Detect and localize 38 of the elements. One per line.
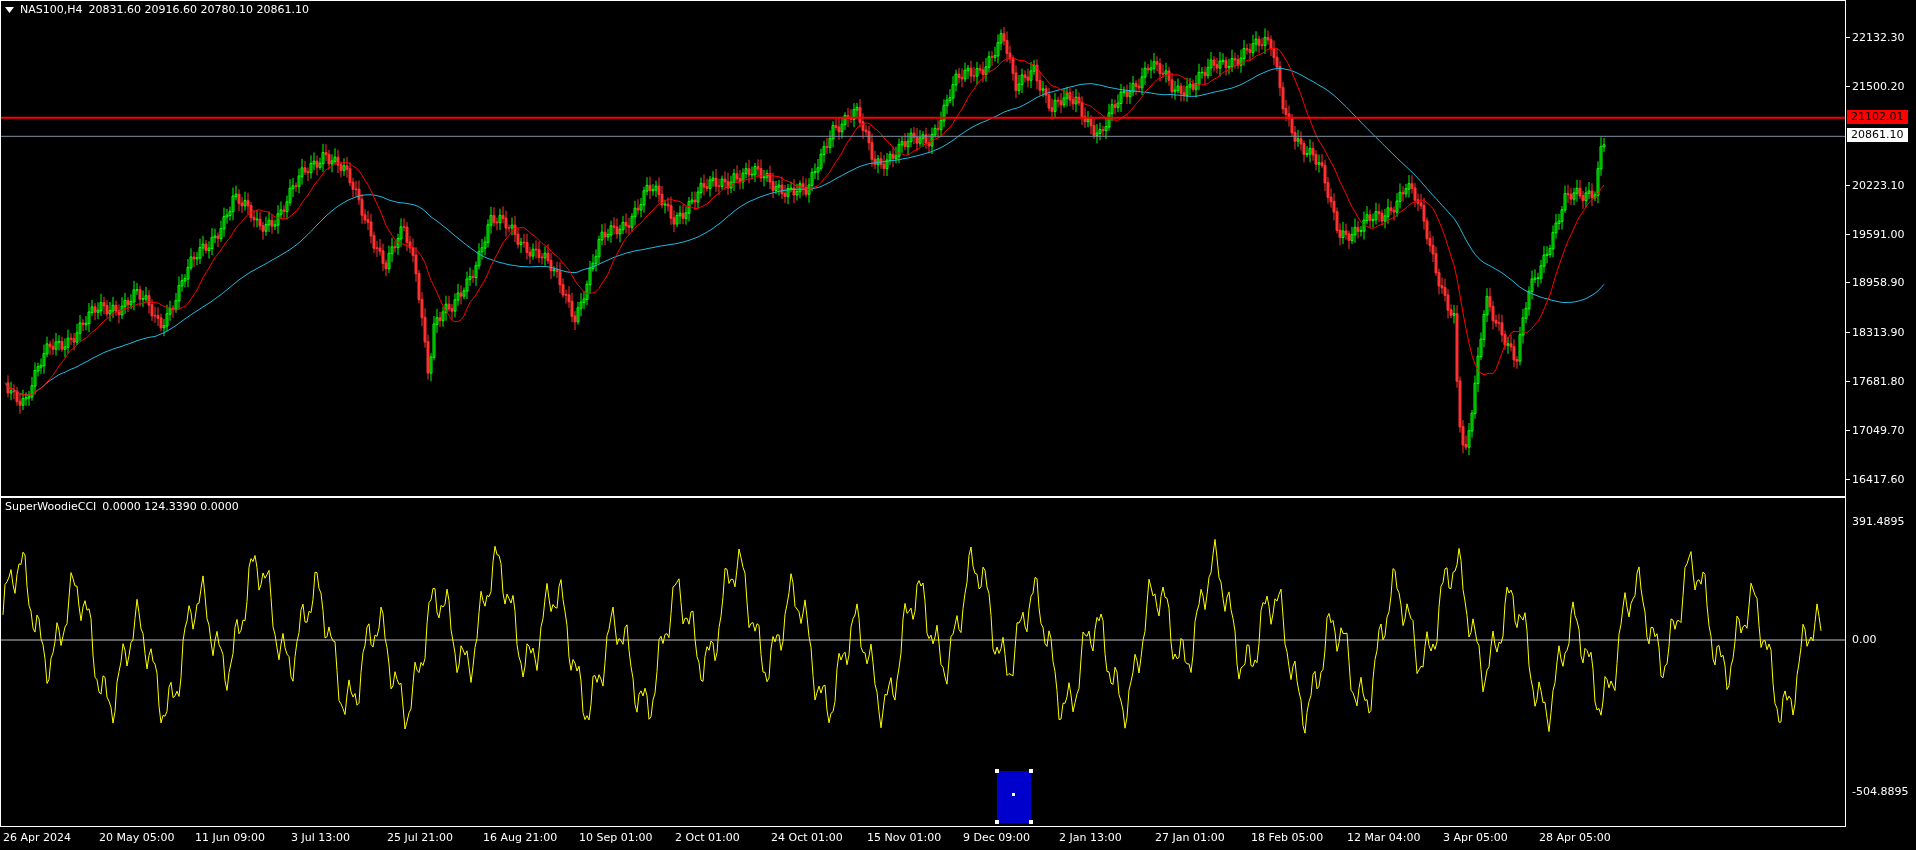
- symbol-timeframe: NAS100,H4: [20, 3, 83, 16]
- horizontal-level-line[interactable]: [1, 116, 1845, 119]
- time-axis-label: 2 Jan 13:00: [1059, 830, 1123, 846]
- time-axis-label: 27 Jan 01:00: [1155, 830, 1226, 846]
- time-axis-label: 28 Apr 05:00: [1539, 830, 1612, 846]
- time-axis-label: 2 Oct 01:00: [675, 830, 741, 846]
- level-price-tag: 21102.01: [1847, 109, 1908, 124]
- time-axis-label: 9 Dec 09:00: [963, 830, 1031, 846]
- price-axis-label: 18958.90: [1852, 275, 1905, 289]
- time-axis-label: 11 Jun 09:00: [195, 830, 266, 846]
- time-axis-label: 16 Aug 21:00: [483, 830, 559, 846]
- indicator-values: 0.0000 124.3390 0.0000: [102, 500, 239, 513]
- indicator-axis-label: 391.4895: [1852, 514, 1905, 528]
- price-axis-label: 17681.80: [1852, 374, 1905, 388]
- time-axis-label: 20 May 05:00: [99, 830, 176, 846]
- dropdown-triangle-icon[interactable]: [5, 6, 14, 13]
- price-axis-label: 20223.10: [1852, 178, 1905, 192]
- time-axis-label: 12 Mar 04:00: [1347, 830, 1422, 846]
- time-axis-label: 18 Feb 05:00: [1251, 830, 1325, 846]
- price-axis-label: 21500.20: [1852, 79, 1905, 93]
- price-axis-label: 16417.60: [1852, 472, 1905, 486]
- price-axis-label: 22132.30: [1852, 30, 1905, 44]
- indicator-axis-label: 0.00: [1852, 632, 1877, 646]
- time-axis-label: 3 Apr 05:00: [1443, 830, 1509, 846]
- time-axis-label: 15 Nov 01:00: [867, 830, 943, 846]
- current-price-tag: 20861.10: [1847, 128, 1908, 143]
- time-axis-label: 3 Jul 13:00: [291, 830, 351, 846]
- price-axis-label: 19591.00: [1852, 227, 1905, 241]
- time-axis-label: 25 Jul 21:00: [387, 830, 454, 846]
- time-axis-label: 26 Apr 2024: [3, 830, 72, 846]
- ohlc-values: 20831.60 20916.60 20780.10 20861.10: [88, 3, 309, 16]
- price-axis-label: 18313.90: [1852, 325, 1905, 339]
- time-axis-label: 10 Sep 01:00: [579, 830, 654, 846]
- time-axis-label: 24 Oct 01:00: [771, 830, 844, 846]
- indicator-name: SuperWoodieCCI: [5, 500, 97, 513]
- indicator-axis-label: -504.8895: [1852, 784, 1909, 798]
- selected-rectangle-drawing[interactable]: [995, 769, 1033, 824]
- price-axis-label: 17049.70: [1852, 423, 1905, 437]
